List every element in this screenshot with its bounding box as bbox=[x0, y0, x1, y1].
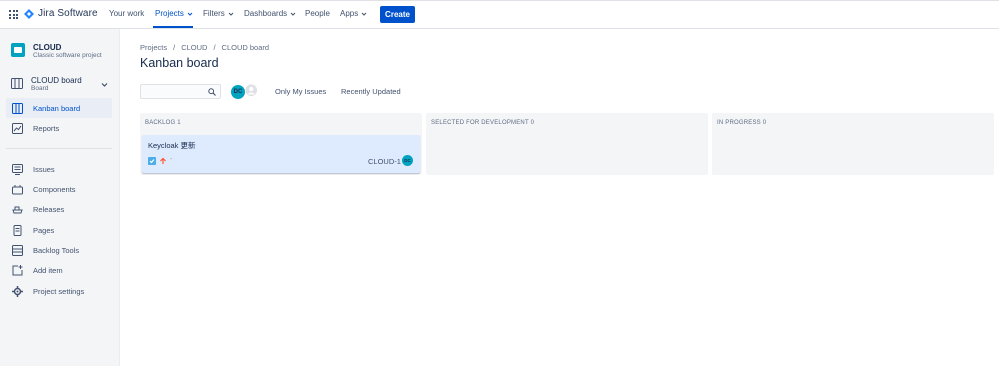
top-navigation: Jira Software Your work Projects Filters… bbox=[0, 0, 999, 29]
user-avatar-dc[interactable]: DC bbox=[230, 84, 246, 100]
chevron-down-icon bbox=[187, 12, 193, 16]
search-input[interactable] bbox=[141, 90, 209, 103]
breadcrumb-separator: / bbox=[173, 43, 176, 52]
product-name: Jira Software bbox=[38, 8, 98, 19]
nav-dashboards[interactable]: Dashboards bbox=[244, 9, 296, 18]
sidebar-item-components[interactable]: Components bbox=[6, 179, 112, 199]
backlog-tools-icon bbox=[12, 244, 23, 256]
issue-card-title: Keycloak 更新 bbox=[148, 141, 196, 150]
issues-icon bbox=[12, 163, 23, 175]
nav-projects-label: Projects bbox=[155, 9, 184, 18]
nav-people-label: People bbox=[305, 9, 330, 18]
board-subtitle: Board bbox=[31, 85, 49, 92]
sidebar-item-label: Components bbox=[33, 184, 76, 194]
sidebar-item-reports[interactable]: Reports bbox=[6, 118, 112, 138]
board-icon bbox=[12, 102, 23, 114]
sidebar-item-label: Releases bbox=[33, 204, 65, 214]
sidebar-item-label: Issues bbox=[33, 164, 55, 174]
sidebar-item-issues[interactable]: Issues bbox=[6, 159, 112, 179]
nav-filters-label: Filters bbox=[203, 9, 225, 18]
issue-key[interactable]: CLOUD-1 bbox=[368, 157, 401, 166]
gear-icon bbox=[12, 285, 23, 297]
column-title: SELECTED FOR DEVELOPMENT 0 bbox=[431, 120, 535, 126]
priority-high-icon bbox=[160, 157, 166, 164]
sidebar-item-label: Reports bbox=[33, 123, 60, 133]
project-header[interactable]: CLOUD Classic software project bbox=[11, 43, 102, 60]
chevron-down-icon bbox=[101, 83, 108, 87]
sidebar-item-pages[interactable]: Pages bbox=[6, 220, 112, 240]
project-name: CLOUD bbox=[33, 43, 62, 52]
page-title: Kanban board bbox=[140, 56, 219, 70]
sidebar-item-label: Kanban board bbox=[33, 103, 81, 113]
pages-icon bbox=[13, 224, 22, 236]
assignee-avatar[interactable]: DC bbox=[402, 155, 413, 166]
sidebar-item-label: Pages bbox=[33, 225, 55, 235]
breadcrumb-separator: / bbox=[213, 43, 216, 52]
sidebar-item-project-settings[interactable]: Project settings bbox=[6, 281, 112, 301]
jira-logo[interactable]: Jira Software bbox=[24, 8, 98, 19]
nav-filters[interactable]: Filters bbox=[203, 9, 234, 18]
nav-apps-label: Apps bbox=[340, 9, 359, 18]
search-box bbox=[140, 84, 221, 103]
column-title: BACKLOG 1 bbox=[145, 120, 181, 126]
sidebar-item-kanban-board[interactable]: Kanban board bbox=[6, 98, 112, 118]
board-switcher-icon bbox=[11, 78, 23, 89]
user-icon bbox=[245, 84, 258, 97]
column-selected-for-development: SELECTED FOR DEVELOPMENT 0 bbox=[426, 113, 708, 175]
nav-apps[interactable]: Apps bbox=[340, 9, 367, 18]
nav-people[interactable]: People bbox=[305, 9, 330, 18]
recently-updated-filter[interactable]: Recently Updated bbox=[341, 87, 401, 96]
unassigned-avatar[interactable] bbox=[244, 83, 262, 101]
chevron-down-icon bbox=[361, 12, 367, 16]
nav-projects[interactable]: Projects bbox=[155, 9, 193, 18]
estimate-placeholder: - bbox=[170, 156, 173, 163]
column-in-progress: IN PROGRESS 0 bbox=[712, 113, 994, 175]
sidebar-item-label: Add item bbox=[33, 265, 63, 275]
nav-your-work-label: Your work bbox=[109, 9, 145, 18]
sidebar-item-label: Backlog Tools bbox=[33, 245, 80, 255]
sidebar-item-label: Project settings bbox=[33, 286, 85, 296]
components-icon bbox=[12, 184, 23, 194]
app-switcher-icon[interactable] bbox=[9, 10, 18, 19]
nav-your-work[interactable]: Your work bbox=[109, 9, 144, 18]
issue-card[interactable]: Keycloak 更新 - CLOUD-1 DC bbox=[142, 135, 420, 173]
sidebar-item-add-item[interactable]: Add item bbox=[6, 260, 112, 280]
add-item-icon bbox=[12, 264, 23, 275]
breadcrumb-board[interactable]: CLOUD board bbox=[222, 43, 270, 52]
sidebar-item-backlog-tools[interactable]: Backlog Tools bbox=[6, 240, 112, 260]
create-button[interactable]: Create bbox=[380, 6, 415, 23]
task-type-icon bbox=[148, 157, 156, 165]
jira-logo-icon bbox=[24, 8, 34, 19]
top-border bbox=[0, 0, 999, 1]
chevron-down-icon bbox=[228, 12, 234, 16]
sidebar-item-releases[interactable]: Releases bbox=[6, 199, 112, 219]
sidebar-divider bbox=[6, 148, 112, 149]
sidebar: CLOUD Classic software project CLOUD boa… bbox=[0, 29, 120, 366]
column-title: IN PROGRESS 0 bbox=[717, 120, 767, 126]
only-my-issues-filter[interactable]: Only My Issues bbox=[275, 87, 326, 96]
reports-icon bbox=[12, 122, 23, 134]
breadcrumb-projects[interactable]: Projects bbox=[140, 43, 167, 52]
breadcrumb-project[interactable]: CLOUD bbox=[181, 43, 207, 52]
active-nav-indicator bbox=[153, 26, 193, 28]
breadcrumb: Projects / CLOUD / CLOUD board bbox=[140, 43, 269, 52]
project-type: Classic software project bbox=[33, 52, 102, 59]
chevron-down-icon bbox=[290, 12, 296, 16]
board-selector[interactable]: CLOUD board Board bbox=[11, 76, 111, 93]
nav-dashboards-label: Dashboards bbox=[244, 9, 288, 18]
project-avatar bbox=[11, 43, 25, 57]
board-name: CLOUD board bbox=[31, 76, 82, 85]
releases-icon bbox=[12, 206, 23, 213]
search-icon bbox=[208, 88, 216, 96]
